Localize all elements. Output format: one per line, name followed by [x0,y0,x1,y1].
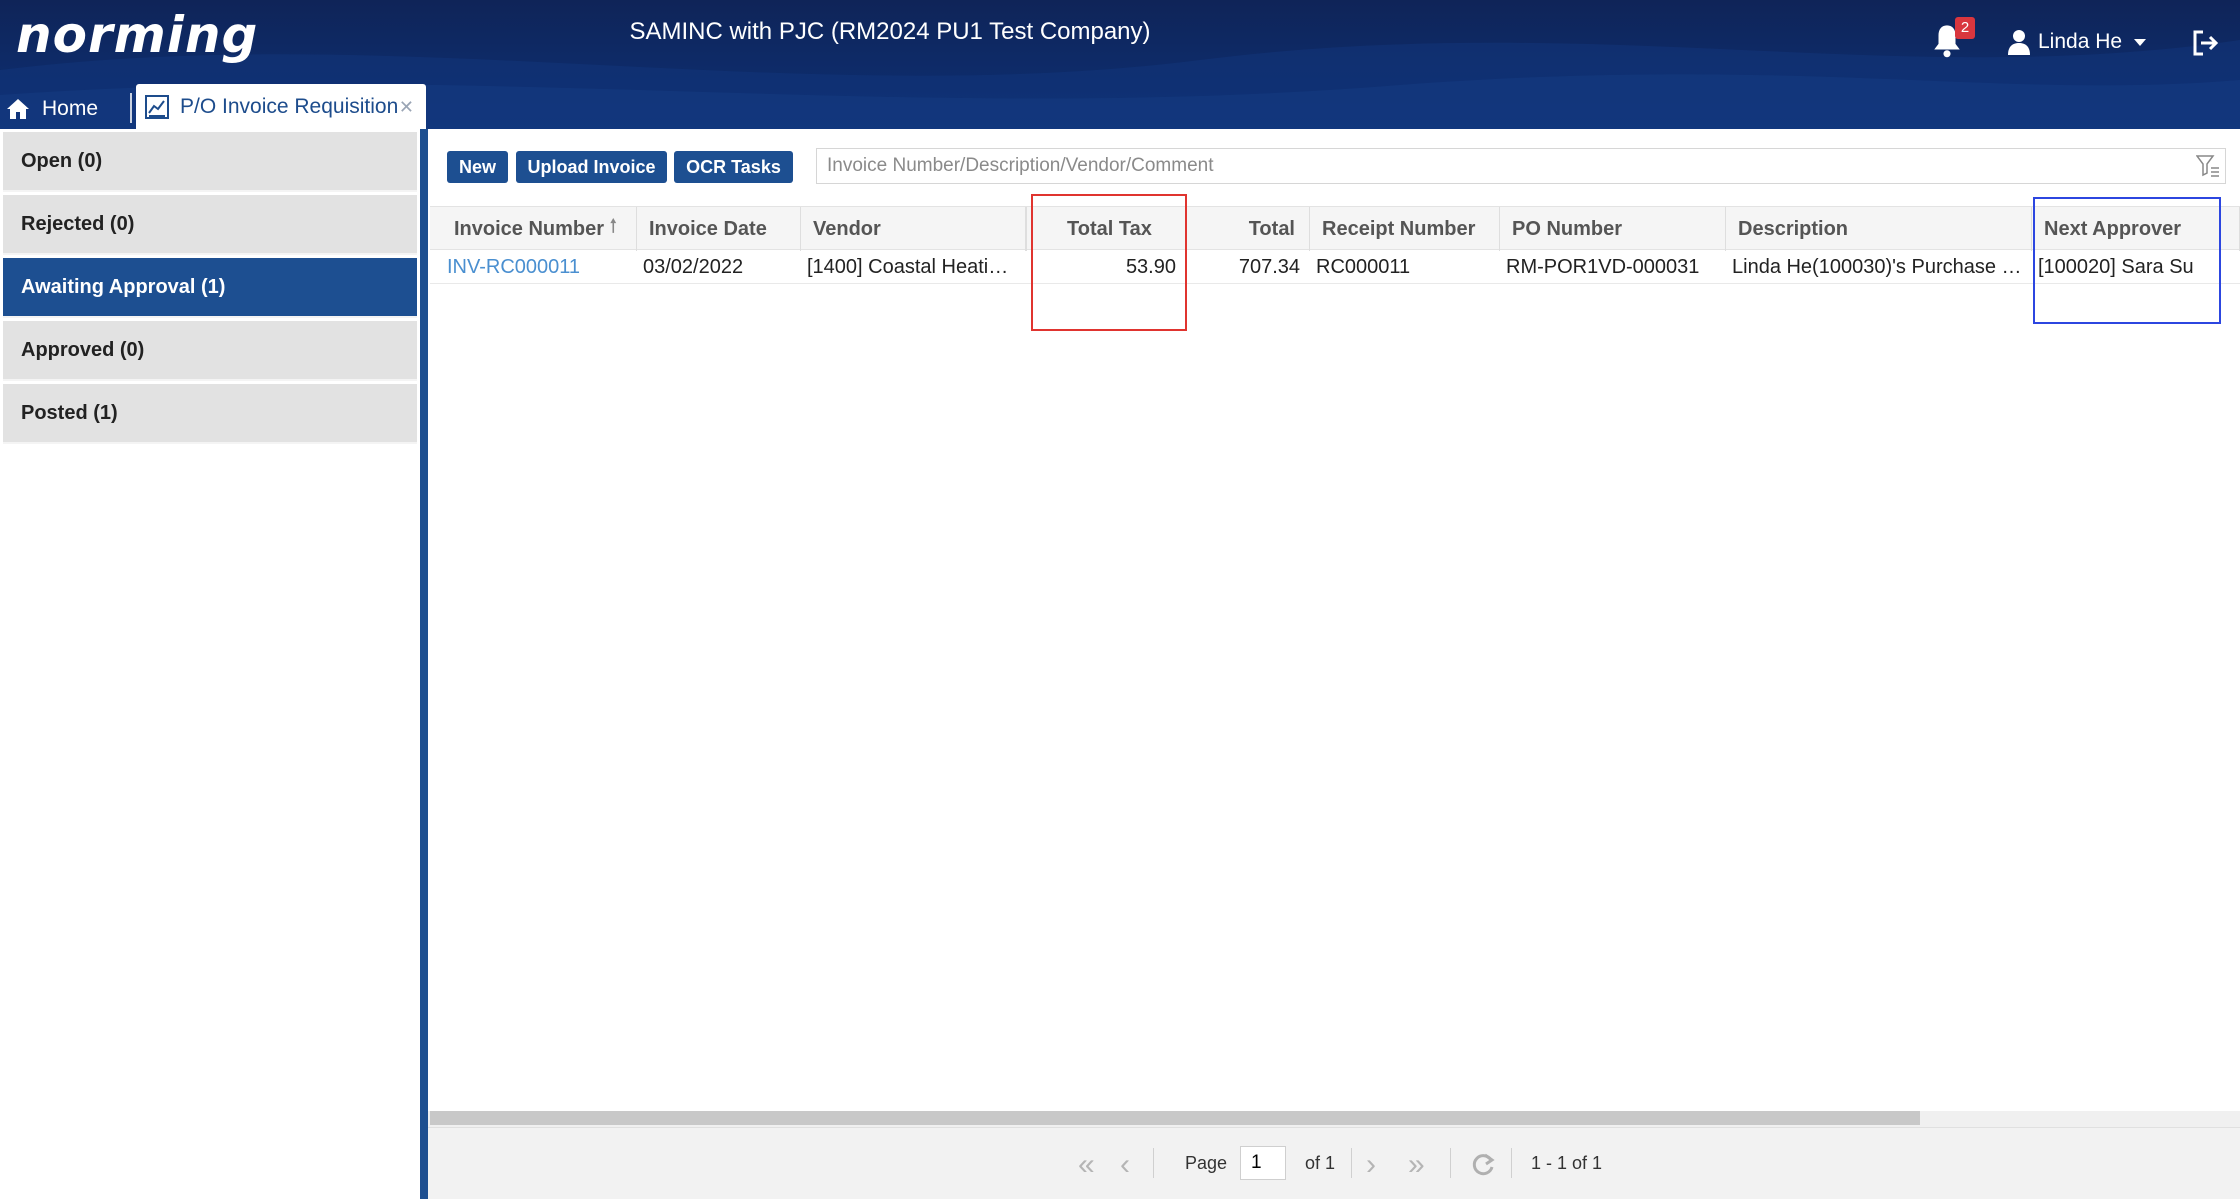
tab-divider [130,93,132,123]
pager-divider [1450,1148,1451,1178]
filter-icon[interactable] [2196,155,2220,177]
sidebar-item-awaiting-approval[interactable]: Awaiting Approval (1) [3,258,417,318]
cell-po-number: RM-POR1VD-000031 [1506,255,1700,278]
cell-invoice-date: 03/02/2022 [643,255,744,278]
cell-vendor: [1400] Coastal Heati… [807,255,1009,278]
refresh-icon[interactable] [1470,1152,1496,1178]
pager-divider [1351,1148,1352,1178]
app-header: norming SAMINC with PJC (RM2024 PU1 Test… [0,0,2240,129]
tab-home-label: Home [42,97,99,120]
grid-header: Invoice Number 🠑 Invoice Date Vendor Tot… [430,206,2240,251]
horizontal-scrollbar-thumb[interactable] [430,1111,1920,1125]
chart-doc-icon [145,94,169,119]
cell-description: Linda He(100030)'s Purchase … [1732,255,2022,278]
chevron-down-icon [2134,38,2147,46]
highlight-box-next-approver [2033,197,2221,324]
tab-active-label: P/O Invoice Requisition [180,94,399,118]
pagination-bar: « ‹ Page of 1 › » 1 - 1 of 1 [428,1127,2240,1199]
ocr-tasks-button[interactable]: OCR Tasks [674,151,793,183]
column-header-po-number[interactable]: PO Number [1500,207,1726,251]
highlight-box-total-tax [1031,194,1187,331]
search-input[interactable] [816,148,2226,184]
user-name: Linda He [2038,30,2123,53]
tab-po-invoice-requisition[interactable]: P/O Invoice Requisition ✕ [136,84,426,129]
user-icon [2008,30,2030,55]
notification-badge: 2 [1955,17,1975,39]
previous-page-icon[interactable]: ‹ [1120,1150,1130,1180]
column-header-invoice-number[interactable]: Invoice Number 🠑 [442,207,637,251]
sort-ascending-icon: 🠑 [610,216,617,236]
pager-divider [1511,1148,1512,1178]
new-button[interactable]: New [447,151,508,183]
panel-splitter[interactable] [420,129,428,1199]
next-page-icon[interactable]: › [1366,1150,1376,1180]
page-count-label: of 1 [1305,1153,1336,1173]
main-panel: New Upload Invoice OCR Tasks Invoice Num… [428,129,2240,1199]
home-icon [7,99,29,119]
sidebar-item-open[interactable]: Open (0) [3,132,417,192]
column-header-invoice-date[interactable]: Invoice Date [637,207,801,251]
last-page-icon[interactable]: » [1408,1150,1425,1180]
tab-divider [422,93,424,123]
cell-receipt-number: RC000011 [1316,255,1411,278]
sidebar-item-posted[interactable]: Posted (1) [3,384,417,444]
column-header-description[interactable]: Description [1726,207,2032,251]
invoice-number-link[interactable]: INV-RC000011 [441,250,637,284]
upload-invoice-button[interactable]: Upload Invoice [516,151,667,183]
table-row[interactable]: INV-RC000011 03/02/2022 [1400] Coastal H… [430,250,2240,284]
logout-icon[interactable] [2190,28,2220,58]
status-sidebar: Open (0) Rejected (0) Awaiting Approval … [0,129,420,1199]
page-label: Page [1185,1153,1228,1173]
column-header-vendor[interactable]: Vendor [801,207,1026,251]
record-range: 1 - 1 of 1 [1531,1153,1603,1173]
pager-divider [1153,1148,1154,1178]
first-page-icon[interactable]: « [1078,1150,1095,1180]
cell-total: 707.34 [1238,255,1300,278]
page-number-input[interactable] [1240,1146,1286,1180]
column-header-label: Invoice Number [454,217,605,240]
user-menu[interactable]: Linda He [2008,25,2147,59]
column-header-total[interactable]: Total [1186,207,1310,251]
company-title: SAMINC with PJC (RM2024 PU1 Test Company… [629,18,1151,45]
close-icon[interactable]: ✕ [399,97,414,118]
sidebar-item-rejected[interactable]: Rejected (0) [3,195,417,255]
sidebar-item-approved[interactable]: Approved (0) [3,321,417,381]
tab-home[interactable]: Home [6,90,98,128]
column-header-receipt-number[interactable]: Receipt Number [1310,207,1500,251]
